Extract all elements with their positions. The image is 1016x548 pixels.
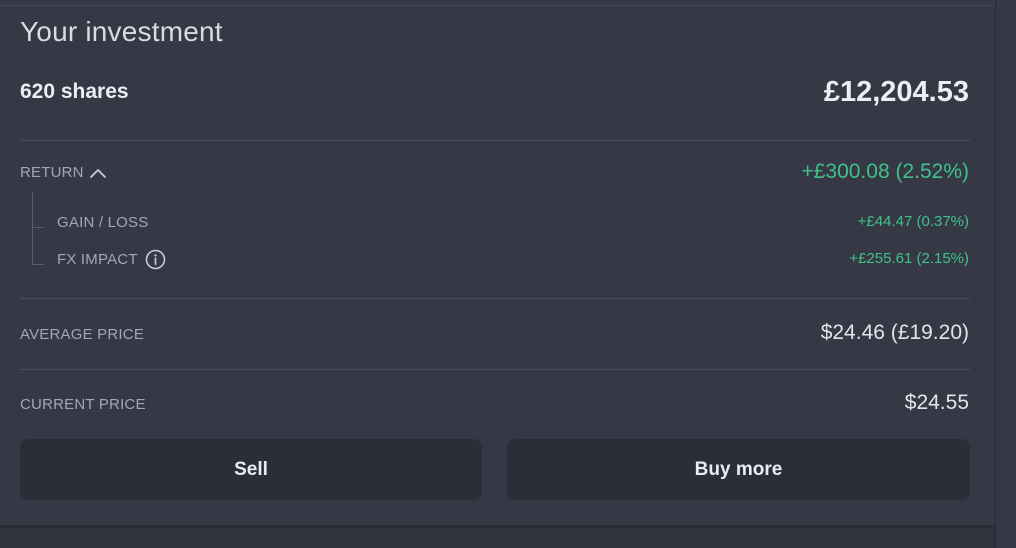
- buy-more-button[interactable]: Buy more: [507, 439, 970, 500]
- tree-branch: [32, 227, 44, 228]
- section-divider: [20, 140, 970, 141]
- tree-connector: [32, 192, 33, 264]
- gain-loss-value: +£44.47 (0.37%): [857, 213, 969, 230]
- section-divider: [20, 369, 970, 370]
- bottom-separator: [0, 525, 995, 548]
- sell-button[interactable]: Sell: [20, 439, 482, 500]
- info-icon[interactable]: [145, 249, 166, 270]
- top-divider: [0, 5, 995, 6]
- fx-impact-value: +£255.61 (2.15%): [849, 250, 969, 267]
- panel-title: Your investment: [20, 16, 223, 47]
- investment-panel: Your investment 620 shares £12,204.53 RE…: [0, 0, 1016, 548]
- tree-branch: [32, 264, 44, 265]
- return-value: +£300.08 (2.52%): [801, 160, 969, 183]
- shares-count: 620 shares: [20, 80, 129, 103]
- average-price-label: AVERAGE PRICE: [20, 326, 145, 343]
- right-edge-divider: [995, 0, 996, 548]
- return-label[interactable]: RETURN: [20, 164, 84, 181]
- chevron-up-icon[interactable]: [89, 167, 107, 179]
- fx-impact-label: FX IMPACT: [57, 251, 138, 268]
- gain-loss-label: GAIN / LOSS: [57, 214, 149, 231]
- current-price-value: $24.55: [904, 391, 969, 414]
- total-value: £12,204.53: [823, 76, 969, 108]
- current-price-label: CURRENT PRICE: [20, 396, 146, 413]
- section-divider: [20, 298, 970, 299]
- average-price-value: $24.46 (£19.20): [820, 321, 969, 344]
